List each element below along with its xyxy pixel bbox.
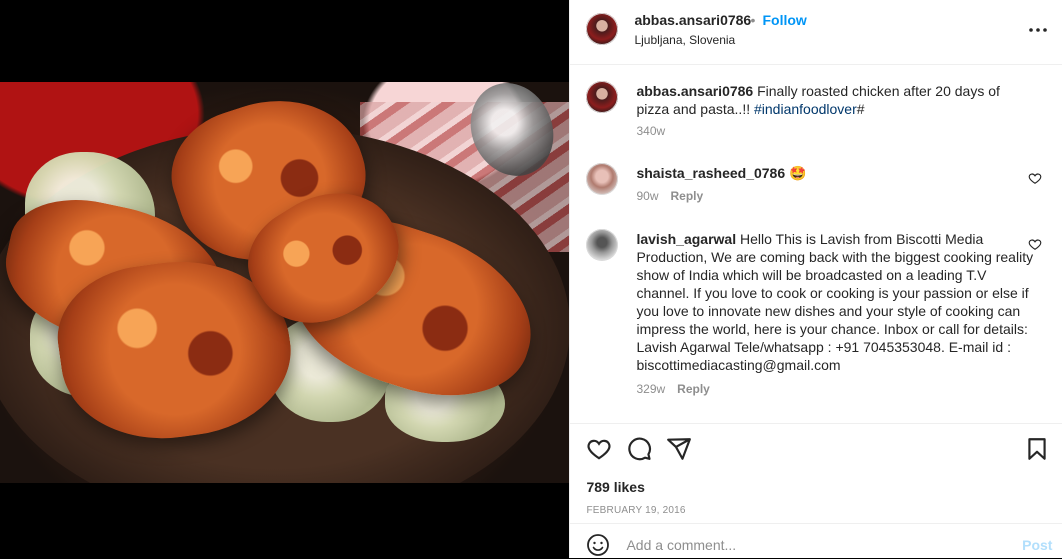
post-header: abbas.ansari0786 • Follow Ljubljana, Slo… — [570, 0, 1062, 65]
comment-icon[interactable] — [626, 436, 652, 462]
comment-row: lavish_agarwal Hello This is Lavish from… — [586, 229, 1042, 409]
add-comment-bar: Post — [570, 523, 1062, 559]
comment-meta: 90w Reply — [636, 189, 703, 203]
separator-dot: • — [750, 12, 756, 28]
location-link[interactable]: Ljubljana, Slovenia — [634, 33, 735, 47]
action-bar — [570, 424, 1062, 476]
reply-button[interactable]: Reply — [670, 189, 703, 203]
comment-body: 🤩 — [789, 165, 807, 181]
details-panel: abbas.ansari0786 • Follow Ljubljana, Slo… — [569, 0, 1062, 558]
avatar[interactable] — [586, 229, 619, 261]
share-icon[interactable] — [666, 436, 692, 462]
more-dots-icon[interactable] — [1026, 22, 1050, 38]
avatar[interactable] — [586, 13, 619, 45]
follow-button[interactable]: Follow — [762, 12, 806, 28]
caption-hashtag[interactable]: #indianfoodlover — [754, 101, 857, 117]
post-photo[interactable] — [0, 82, 570, 483]
like-comment-heart-icon[interactable] — [1028, 171, 1042, 185]
comment-text: shaista_rasheed_0786 🤩 — [636, 164, 1034, 182]
caption-text: abbas.ansari0786 Finally roasted chicken… — [636, 82, 1034, 118]
caption-time[interactable]: 340w — [636, 124, 665, 138]
like-comment-heart-icon[interactable] — [1028, 237, 1042, 251]
author-username[interactable]: abbas.ansari0786 — [634, 12, 751, 28]
caption-username[interactable]: abbas.ansari0786 — [636, 83, 753, 99]
caption-tail: # — [856, 101, 865, 117]
media-panel — [0, 0, 570, 558]
emoji-icon[interactable] — [586, 533, 610, 557]
bookmark-icon[interactable] — [1024, 436, 1050, 462]
heart-icon[interactable] — [586, 436, 612, 462]
avatar[interactable] — [586, 163, 619, 195]
post-date: FEBRUARY 19, 2016 — [586, 505, 686, 516]
reply-button[interactable]: Reply — [677, 382, 710, 396]
post-window: abbas.ansari0786 • Follow Ljubljana, Slo… — [0, 0, 1062, 558]
likes-count[interactable]: 789 likes — [586, 479, 644, 495]
caption-row: abbas.ansari0786 Finally roasted chicken… — [586, 81, 1036, 141]
comment-row: shaista_rasheed_0786 🤩 90w Reply — [586, 163, 1042, 208]
comment-username[interactable]: lavish_agarwal — [636, 231, 736, 247]
comment-text: lavish_agarwal Hello This is Lavish from… — [636, 230, 1034, 374]
comment-time[interactable]: 329w — [636, 382, 665, 396]
post-comment-button[interactable]: Post — [1022, 537, 1052, 553]
comment-body: Hello This is Lavish from Biscotti Media… — [636, 231, 1034, 373]
comments-section[interactable]: abbas.ansari0786 Finally roasted chicken… — [570, 65, 1062, 424]
comment-meta: 329w Reply — [636, 382, 709, 396]
comment-time[interactable]: 90w — [636, 189, 658, 203]
comment-input[interactable] — [626, 537, 987, 553]
comment-username[interactable]: shaista_rasheed_0786 — [636, 165, 785, 181]
avatar[interactable] — [586, 81, 619, 113]
